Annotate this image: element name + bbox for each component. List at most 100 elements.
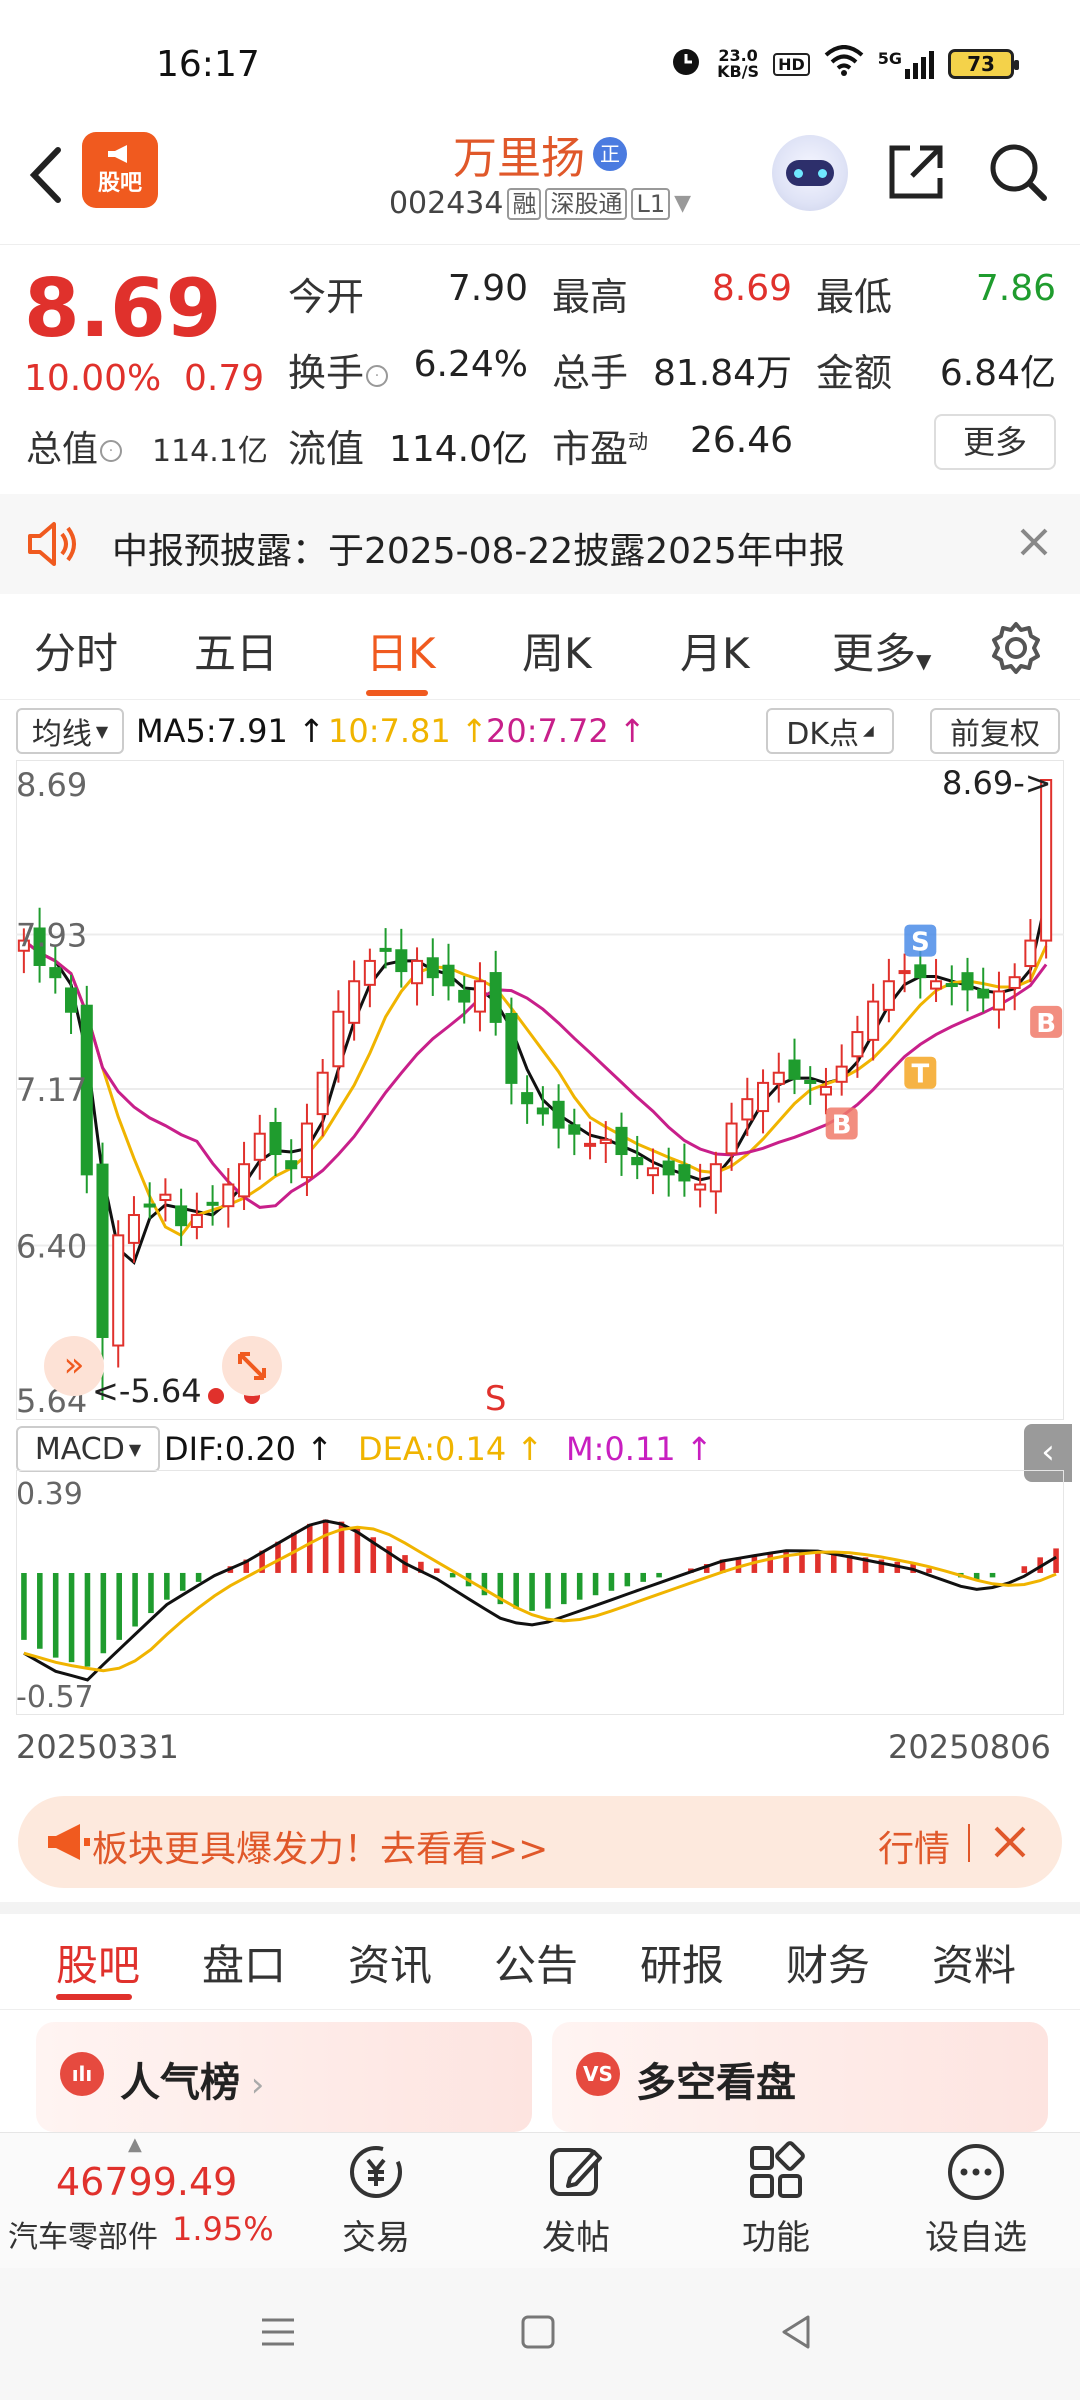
- close-icon: [1020, 528, 1048, 556]
- sector-index-name[interactable]: 汽车零部件: [8, 2212, 158, 2256]
- bull-bear-card[interactable]: [552, 2022, 1048, 2132]
- macd-chart[interactable]: 0.39 -0.57: [16, 1470, 1064, 1715]
- ai-assistant-button[interactable]: [772, 135, 848, 211]
- amount-value: 6.84亿: [939, 353, 1056, 394]
- candle-body: [206, 1201, 219, 1206]
- section-tab-guba[interactable]: 股吧: [56, 1932, 140, 1993]
- candle-body: [175, 1205, 188, 1227]
- candle-body: [631, 1156, 644, 1166]
- candle-body: [898, 970, 911, 975]
- m-legend: M:0.11 ↑: [566, 1430, 713, 1468]
- candle-body: [127, 1214, 140, 1244]
- more-quote-button[interactable]: 更多: [934, 414, 1056, 470]
- grid-icon: [750, 2141, 805, 2198]
- stock-name: 万里扬: [453, 133, 585, 184]
- promo-link[interactable]: 行情: [878, 1820, 950, 1872]
- square-icon: [521, 2315, 555, 2349]
- candle-body: [992, 990, 1005, 1011]
- speaker-icon: [26, 520, 82, 568]
- candle-body: [851, 1031, 864, 1058]
- status-time: 16:17: [156, 44, 260, 85]
- section-tab-finance[interactable]: 财务: [786, 1932, 870, 1993]
- candle-body: [835, 1065, 848, 1083]
- net-speed: 23.0 KB/S: [717, 46, 760, 81]
- collapse-chart-button[interactable]: »: [44, 1336, 104, 1396]
- home-button[interactable]: [518, 2312, 558, 2356]
- chart-settings-button[interactable]: [988, 620, 1044, 676]
- candle-body: [442, 964, 455, 987]
- high-value: 8.69: [711, 268, 792, 309]
- adjust-selector[interactable]: 前复权: [930, 708, 1060, 754]
- macd-y-tick-label: -0.57: [16, 1680, 94, 1715]
- corner-icon: ◢: [863, 723, 874, 739]
- macd-selector[interactable]: MACD ▼: [16, 1426, 160, 1472]
- alarm-icon: [669, 44, 703, 85]
- low-value: 7.86: [975, 268, 1056, 309]
- announcement-close-button[interactable]: [1012, 520, 1056, 564]
- candle-body: [1008, 976, 1021, 989]
- dk-point-button[interactable]: DK点 ◢: [766, 708, 894, 754]
- sector-index-change: 1.95%: [172, 2210, 274, 2248]
- dif-legend: DIF:0.20 ↑: [164, 1430, 334, 1468]
- battery-icon: 73: [948, 49, 1019, 79]
- total-mv-label[interactable]: 总值 ·: [26, 420, 123, 472]
- section-tab-research[interactable]: 研报: [640, 1932, 724, 1993]
- candle-body: [914, 964, 927, 979]
- search-icon: [990, 144, 1047, 201]
- candle-body: [269, 1121, 282, 1156]
- turnover-label[interactable]: 换手 ·: [288, 342, 389, 397]
- candle-body: [300, 1122, 313, 1179]
- macd-y-tick-label: 0.39: [16, 1477, 83, 1512]
- tab-intraday[interactable]: 分时: [34, 620, 118, 681]
- open-value: 7.90: [447, 268, 528, 309]
- tab-weekly-k[interactable]: 周K: [522, 620, 592, 681]
- pe-value: 26.46: [690, 420, 794, 461]
- gear-icon: [992, 622, 1040, 674]
- candle-body: [411, 959, 424, 985]
- recent-apps-button[interactable]: [258, 2312, 298, 2356]
- sell-marker-text: S: [485, 1379, 507, 1419]
- menu-icon: [262, 2318, 294, 2346]
- signal-marker-text: B: [1036, 1009, 1056, 1039]
- change-amount: 0.79: [184, 358, 265, 399]
- caret-down-icon: ▼: [95, 721, 109, 741]
- kline-chart[interactable]: 8.697.937.176.405.64 SBTBS: [16, 760, 1064, 1420]
- section-tab-depth[interactable]: 盘口: [202, 1932, 286, 1993]
- expand-chart-button[interactable]: [222, 1336, 282, 1396]
- high-label: 最高: [552, 275, 629, 319]
- nav-functions[interactable]: 功能: [706, 2140, 846, 2260]
- tab-daily-k[interactable]: 日K: [366, 620, 436, 681]
- last-price: 8.69: [24, 262, 222, 355]
- candle-body: [222, 1183, 235, 1208]
- candle-body: [694, 1183, 707, 1191]
- candle-body: [505, 1012, 518, 1084]
- indicator-selector[interactable]: 均线 ▼: [16, 708, 124, 754]
- tab-more[interactable]: 更多▼: [832, 620, 931, 681]
- nav-add-watchlist[interactable]: 设自选: [906, 2140, 1046, 2260]
- float-mv-value: 114.0亿: [388, 429, 528, 470]
- candle-body: [709, 1163, 722, 1193]
- search-button[interactable]: [986, 140, 1050, 204]
- section-tab-news[interactable]: 资讯: [348, 1932, 432, 1993]
- tab-monthly-k[interactable]: 月K: [680, 620, 750, 681]
- share-button[interactable]: [884, 140, 948, 204]
- name-badge: 正: [593, 137, 627, 171]
- change-percent: 10.00%: [24, 358, 162, 399]
- candle-body: [159, 1193, 172, 1202]
- system-back-button[interactable]: [776, 2312, 816, 2356]
- macd-frame: [16, 1470, 1064, 1715]
- candle-body: [332, 1010, 345, 1068]
- promo-close-button[interactable]: [990, 1822, 1030, 1862]
- x-axis-end-date: 20250806: [888, 1728, 1051, 1766]
- candle-body: [741, 1098, 754, 1121]
- nav-post[interactable]: 发帖: [506, 2140, 646, 2260]
- pe-label: 市盈动: [552, 427, 649, 471]
- tab-five-day[interactable]: 五日: [194, 620, 278, 681]
- section-tab-profile[interactable]: 资料: [932, 1932, 1016, 1993]
- total-mv-value: 114.1亿: [152, 434, 268, 469]
- sector-index-value[interactable]: 46799.49: [56, 2160, 237, 2204]
- section-tab-notices[interactable]: 公告: [494, 1932, 578, 1993]
- ma20-legend: 20:7.72 ↑: [486, 712, 646, 750]
- nav-trade[interactable]: 交易: [306, 2140, 446, 2260]
- popularity-card[interactable]: [36, 2022, 532, 2132]
